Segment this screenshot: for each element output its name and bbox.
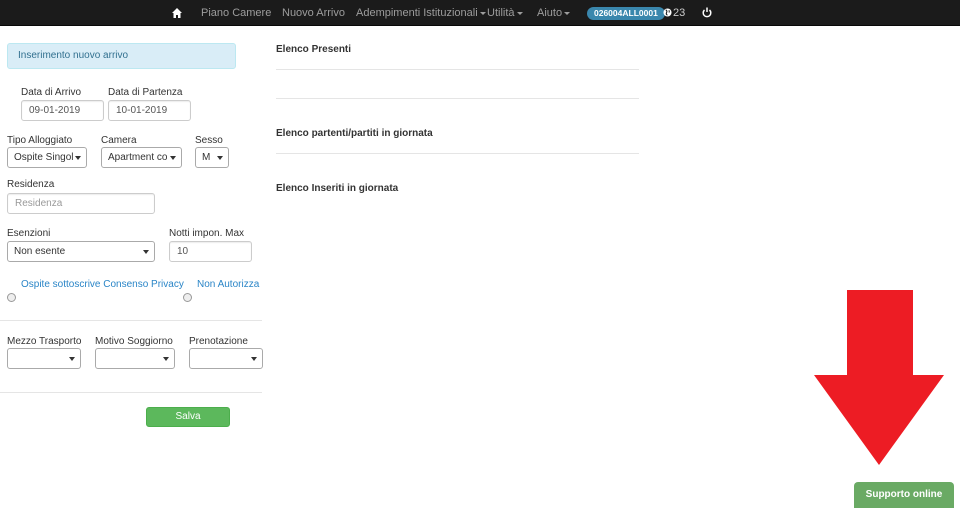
- room-select[interactable]: Apartment co: [101, 147, 182, 168]
- stay-reason-select[interactable]: [95, 348, 175, 369]
- caret-down-icon: [479, 11, 486, 15]
- room-label: Camera: [101, 135, 137, 146]
- booking-label: Prenotazione: [189, 336, 248, 347]
- save-button[interactable]: Salva: [146, 407, 230, 427]
- residence-label: Residenza: [7, 179, 55, 190]
- divider: [0, 320, 262, 321]
- dropdown-arrow-icon: [217, 156, 223, 160]
- nav-adempimenti-dropdown[interactable]: Adempimenti Istituzionali: [356, 0, 486, 26]
- arrival-date-input[interactable]: 09-01-2019: [21, 100, 104, 121]
- nav-utilita-dropdown[interactable]: Utilità: [487, 0, 523, 26]
- red-arrow-down-icon: [814, 290, 944, 465]
- booking-select[interactable]: [189, 348, 263, 369]
- stay-reason-label: Motivo Soggiorno: [95, 336, 173, 347]
- home-icon[interactable]: [172, 8, 182, 18]
- departure-date-label: Data di Partenza: [108, 87, 183, 98]
- room-value: Apartment co: [108, 152, 168, 163]
- dropdown-arrow-icon: [251, 357, 257, 361]
- nav-utilita-label: Utilità: [487, 7, 515, 19]
- transport-label: Mezzo Trasporto: [7, 336, 82, 347]
- new-arrival-alert: Inserimento nuovo arrivo: [7, 43, 236, 69]
- online-support-button[interactable]: Supporto online: [854, 482, 954, 508]
- sex-label: Sesso: [195, 135, 223, 146]
- privacy-consent-link[interactable]: Ospite sottoscrive Consenso Privacy: [21, 279, 184, 290]
- caret-down-icon: [564, 11, 571, 15]
- nav-nuovo-arrivo[interactable]: Nuovo Arrivo: [282, 0, 345, 26]
- max-nights-label: Notti impon. Max: [169, 228, 245, 239]
- dropdown-arrow-icon: [163, 357, 169, 361]
- globe-icon: [663, 8, 672, 17]
- caret-down-icon: [516, 11, 523, 15]
- nav-aiuto-dropdown[interactable]: Aiuto: [537, 0, 571, 26]
- departures-list-title: Elenco partenti/partiti in giornata: [276, 128, 433, 139]
- divider: [0, 392, 262, 393]
- lodging-type-value: Ospite Singol: [14, 152, 74, 163]
- dropdown-arrow-icon: [69, 357, 75, 361]
- dropdown-arrow-icon: [170, 156, 176, 160]
- transport-select[interactable]: [7, 348, 81, 369]
- nav-adempimenti-label: Adempimenti Istituzionali: [356, 7, 478, 19]
- sex-value: M: [202, 152, 211, 163]
- lodging-type-select[interactable]: Ospite Singol: [7, 147, 87, 168]
- arrival-date-label: Data di Arrivo: [21, 87, 82, 98]
- lodging-type-label: Tipo Alloggiato: [7, 135, 73, 146]
- divider: [276, 153, 639, 154]
- exemptions-label: Esenzioni: [7, 228, 51, 239]
- account-badge[interactable]: 026004ALL0001: [587, 7, 665, 20]
- exemptions-select[interactable]: Non esente: [7, 241, 155, 262]
- dropdown-arrow-icon: [143, 250, 149, 254]
- privacy-deny-radio[interactable]: [183, 293, 192, 302]
- inserted-list-title: Elenco Inseriti in giornata: [276, 183, 399, 194]
- privacy-deny-link[interactable]: Non Autorizza: [197, 279, 259, 290]
- max-nights-input[interactable]: 10: [169, 241, 252, 262]
- divider: [276, 69, 639, 70]
- online-count: 23: [673, 7, 686, 19]
- nav-piano-camere[interactable]: Piano Camere: [201, 0, 271, 26]
- top-navbar: Piano Camere Nuovo Arrivo Adempimenti Is…: [0, 0, 960, 26]
- sex-select[interactable]: M: [195, 147, 229, 168]
- present-list-title: Elenco Presenti: [276, 44, 352, 55]
- nav-aiuto-label: Aiuto: [537, 7, 563, 19]
- departure-date-input[interactable]: 10-01-2019: [108, 100, 191, 121]
- divider: [276, 98, 639, 99]
- privacy-consent-radio[interactable]: [7, 293, 16, 302]
- residence-input[interactable]: Residenza: [7, 193, 155, 214]
- dropdown-arrow-icon: [75, 156, 81, 160]
- power-icon[interactable]: [702, 7, 712, 18]
- exemptions-value: Non esente: [14, 246, 66, 257]
